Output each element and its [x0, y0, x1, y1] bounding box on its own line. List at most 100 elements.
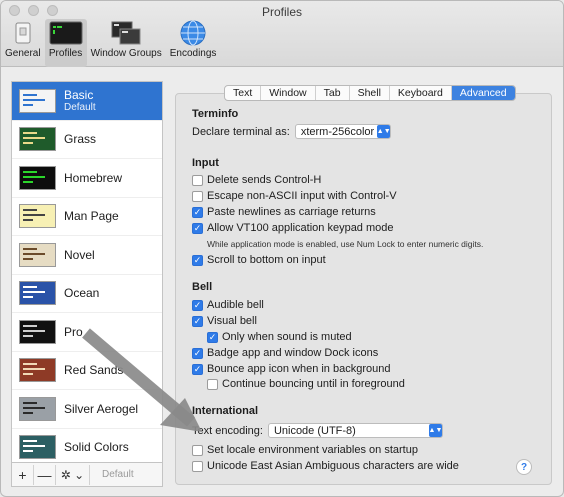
audible-bell-label: Audible bell	[207, 299, 264, 311]
profile-red-sands[interactable]: Red Sands	[12, 352, 162, 390]
profile-novel[interactable]: Novel	[12, 236, 162, 275]
general-icon	[15, 19, 31, 47]
text-encoding-row: Text encoding: Unicode (UTF-8) ▲▼	[192, 423, 443, 438]
profile-silver-aerogel[interactable]: Silver Aerogel	[12, 390, 162, 429]
profile-grass[interactable]: Grass	[12, 121, 162, 159]
profile-thumbnail-icon	[19, 281, 56, 306]
profiles-icon	[49, 19, 83, 47]
profile-thumbnail-icon	[19, 165, 56, 190]
profile-text: Basic Default	[64, 88, 96, 113]
titlebar: Profiles General Profiles Window Groups	[1, 1, 563, 67]
globe-icon	[180, 19, 206, 47]
profile-name: Novel	[64, 247, 95, 262]
gear-menu-button[interactable]: ✲ ⌄	[56, 464, 90, 485]
escape-non-ascii-row[interactable]: Escape non-ASCII input with Control-V	[192, 190, 397, 202]
profile-name: Red Sands	[64, 363, 124, 378]
tab-advanced[interactable]: Advanced	[451, 86, 515, 100]
set-locale-row[interactable]: Set locale environment variables on star…	[192, 444, 418, 456]
vt100-keypad-checkbox[interactable]: ✓	[192, 222, 203, 234]
window-title: Profiles	[261, 5, 302, 19]
toolbar-encodings[interactable]: Encodings	[166, 19, 221, 67]
profile-name: Pro	[64, 324, 83, 339]
east-asian-wide-row[interactable]: Unicode East Asian Ambiguous characters …	[192, 460, 459, 472]
text-encoding-select[interactable]: Unicode (UTF-8) ▲▼	[267, 423, 443, 438]
badge-dock-icons-row[interactable]: ✓ Badge app and window Dock icons	[192, 347, 378, 359]
toolbar-window-groups[interactable]: Window Groups	[87, 19, 166, 67]
continue-bouncing-row[interactable]: Continue bouncing until in foreground	[207, 378, 405, 390]
profile-thumbnail-icon	[19, 396, 56, 421]
only-when-muted-label: Only when sound is muted	[222, 331, 352, 343]
toolbar-encodings-label: Encodings	[169, 48, 217, 59]
vt100-keypad-label: Allow VT100 application keypad mode	[207, 222, 394, 234]
badge-dock-icons-checkbox[interactable]: ✓	[192, 347, 203, 359]
settings-tabs: Text Window Tab Shell Keyboard Advanced	[224, 85, 516, 101]
audible-bell-checkbox[interactable]: ✓	[192, 299, 203, 311]
bounce-app-icon-checkbox[interactable]: ✓	[192, 363, 203, 375]
vt100-keypad-row[interactable]: ✓ Allow VT100 application keypad mode	[192, 222, 394, 234]
chevron-updown-icon: ▲▼	[429, 424, 442, 437]
declare-terminal-value: xterm-256color	[300, 125, 375, 138]
profile-list: Basic Default Grass Homebrew Man Page No…	[12, 82, 162, 462]
num-lock-note: While application mode is enabled, use N…	[207, 239, 484, 249]
profile-basic[interactable]: Basic Default	[12, 82, 162, 121]
paste-newlines-row[interactable]: ✓ Paste newlines as carriage returns	[192, 206, 376, 218]
profile-homebrew[interactable]: Homebrew	[12, 159, 162, 198]
profile-solid-colors[interactable]: Solid Colors	[12, 429, 162, 463]
toolbar-general[interactable]: General	[1, 19, 45, 67]
escape-non-ascii-checkbox[interactable]	[192, 190, 203, 202]
badge-dock-icons-label: Badge app and window Dock icons	[207, 347, 379, 359]
profile-thumbnail-icon	[19, 435, 56, 460]
scroll-to-bottom-checkbox[interactable]: ✓	[192, 254, 203, 266]
declare-terminal-label: Declare terminal as:	[192, 125, 290, 138]
tab-text[interactable]: Text	[225, 86, 262, 100]
tab-keyboard[interactable]: Keyboard	[390, 86, 452, 100]
default-button[interactable]: Default	[90, 469, 134, 480]
scroll-to-bottom-label: Scroll to bottom on input	[207, 254, 326, 266]
continue-bouncing-label: Continue bouncing until in foreground	[222, 378, 405, 390]
escape-non-ascii-label: Escape non-ASCII input with Control-V	[207, 190, 397, 202]
delete-sends-ctrl-h-row[interactable]: Delete sends Control-H	[192, 174, 321, 186]
tab-shell[interactable]: Shell	[350, 86, 390, 100]
international-heading: International	[192, 405, 259, 417]
profile-name: Grass	[64, 132, 97, 147]
profiles-window: Profiles General Profiles Window Groups	[0, 0, 564, 497]
help-button[interactable]: ?	[516, 459, 532, 475]
toolbar-profiles[interactable]: Profiles	[44, 19, 87, 67]
chevron-updown-icon: ▲▼	[377, 125, 391, 138]
profile-name: Ocean	[64, 286, 100, 301]
profile-name: Solid Colors	[64, 440, 129, 455]
set-locale-checkbox[interactable]	[192, 444, 203, 456]
only-when-muted-checkbox[interactable]: ✓	[207, 331, 218, 343]
profile-pro[interactable]: Pro	[12, 313, 162, 352]
visual-bell-checkbox[interactable]: ✓	[192, 315, 203, 327]
toolbar-general-label: General	[5, 48, 41, 59]
profile-man-page[interactable]: Man Page	[12, 198, 162, 236]
text-encoding-value: Unicode (UTF-8)	[273, 424, 356, 437]
remove-profile-button[interactable]: —	[34, 464, 56, 485]
terminfo-heading: Terminfo	[192, 108, 239, 120]
declare-terminal-row: Declare terminal as: xterm-256color ▲▼	[192, 124, 392, 139]
profile-ocean[interactable]: Ocean	[12, 275, 162, 313]
profile-name: Basic	[64, 88, 94, 103]
scroll-to-bottom-row[interactable]: ✓ Scroll to bottom on input	[192, 254, 326, 266]
east-asian-wide-checkbox[interactable]	[192, 460, 203, 472]
visual-bell-row[interactable]: ✓ Visual bell	[192, 315, 257, 327]
delete-sends-ctrl-h-checkbox[interactable]	[192, 174, 203, 186]
paste-newlines-label: Paste newlines as carriage returns	[207, 206, 376, 218]
delete-sends-ctrl-h-label: Delete sends Control-H	[207, 174, 322, 186]
paste-newlines-checkbox[interactable]: ✓	[192, 206, 203, 218]
bounce-app-icon-row[interactable]: ✓ Bounce app icon when in background	[192, 363, 390, 375]
profile-default-label: Default	[64, 102, 96, 114]
bell-heading: Bell	[192, 281, 213, 293]
continue-bouncing-checkbox[interactable]	[207, 378, 218, 390]
declare-terminal-select[interactable]: xterm-256color ▲▼	[294, 124, 392, 139]
audible-bell-row[interactable]: ✓ Audible bell	[192, 299, 264, 311]
bounce-app-icon-label: Bounce app icon when in background	[207, 363, 391, 375]
add-profile-button[interactable]: +	[12, 464, 34, 485]
input-heading: Input	[192, 157, 219, 169]
only-when-muted-row[interactable]: ✓ Only when sound is muted	[207, 331, 352, 343]
tab-window[interactable]: Window	[261, 86, 316, 100]
profile-thumbnail-icon	[19, 127, 56, 152]
tab-tab[interactable]: Tab	[316, 86, 350, 100]
set-locale-label: Set locale environment variables on star…	[207, 444, 418, 456]
